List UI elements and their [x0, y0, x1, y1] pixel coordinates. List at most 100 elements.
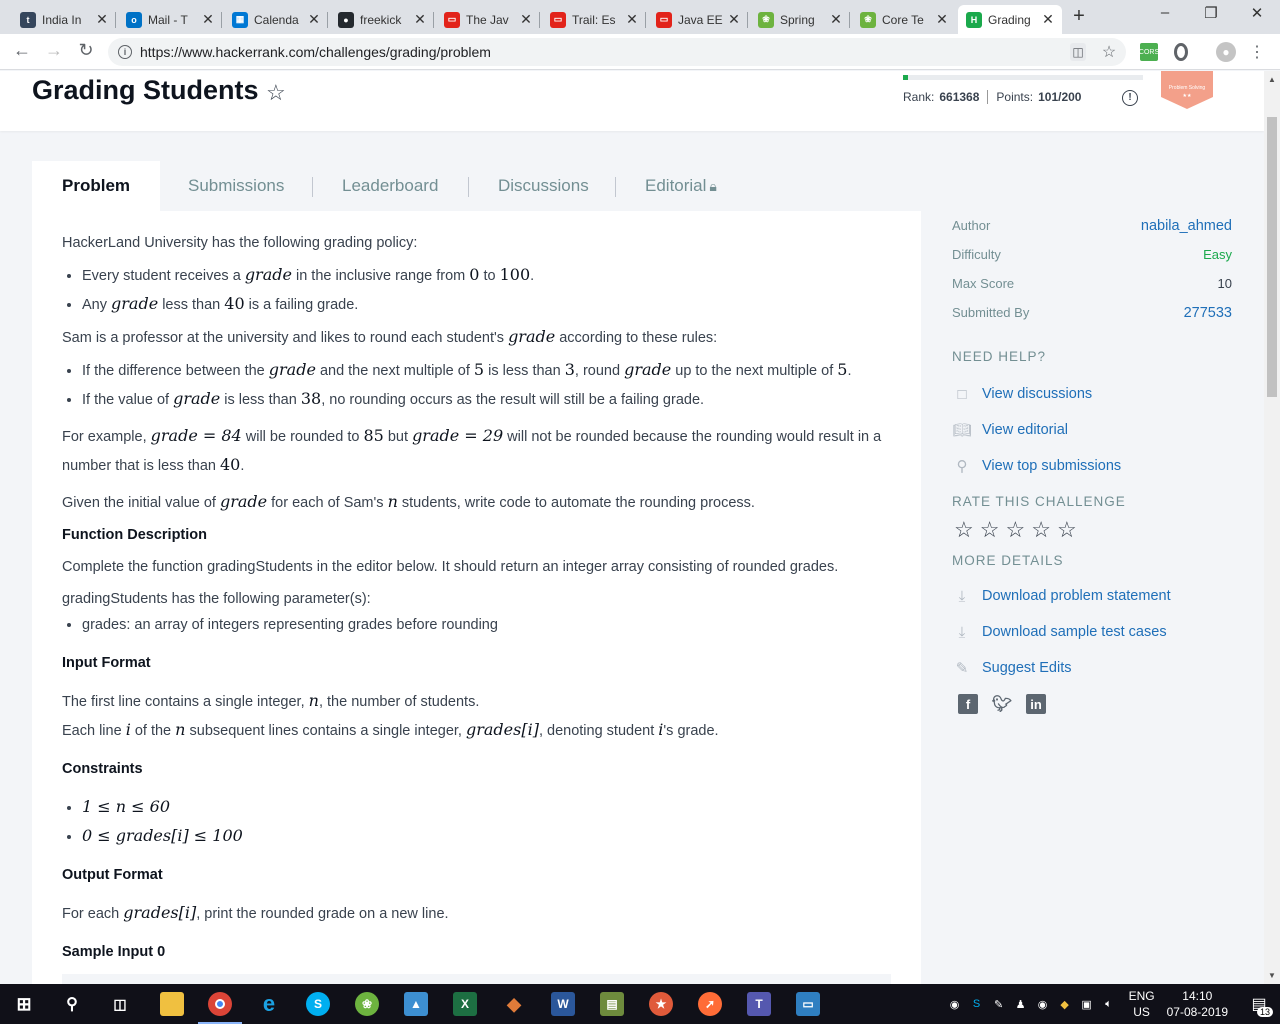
chart-app-icon[interactable]: ▤ [600, 992, 624, 1016]
close-tab-icon[interactable]: ✕ [1040, 11, 1056, 28]
close-tab-icon[interactable]: ✕ [828, 11, 844, 28]
browser-tab[interactable]: ▭ Java EE ✕ [648, 5, 748, 34]
site-info-icon[interactable]: i [118, 45, 132, 59]
close-tab-icon[interactable]: ✕ [624, 11, 640, 28]
close-tab-icon[interactable]: ✕ [200, 11, 216, 28]
submitted-by-value[interactable]: 277533 [1184, 305, 1232, 321]
clock[interactable]: 14:10 07-08-2019 [1167, 988, 1228, 1020]
star-4-icon[interactable]: ☆ [1031, 517, 1051, 543]
network-icon[interactable]: ▣ [1079, 996, 1095, 1012]
more-details-heading: MORE DETAILS [952, 553, 1064, 568]
view-discussions-link[interactable]: □ View discussions [952, 376, 1232, 412]
app-orange-icon[interactable]: ➚ [698, 992, 722, 1016]
star-1-icon[interactable]: ☆ [954, 517, 974, 543]
close-tab-icon[interactable]: ✕ [726, 11, 742, 28]
task-text: Given the initial value of grade for eac… [62, 492, 755, 511]
shield-icon[interactable]: ◫ [1070, 43, 1086, 61]
bookmark-star-icon[interactable]: ☆ [266, 80, 286, 106]
edge-icon[interactable]: e [257, 991, 281, 1016]
tray-pen-icon[interactable]: ✎ [991, 996, 1007, 1012]
input-language[interactable]: ENG US [1129, 988, 1155, 1020]
chrome-icon[interactable] [198, 992, 242, 1024]
close-tab-icon[interactable]: ✕ [94, 11, 110, 28]
browser-tab[interactable]: ▭ The Jav ✕ [436, 5, 540, 34]
profile-avatar[interactable]: ● [1216, 42, 1236, 62]
suggest-edits-link[interactable]: ✎ Suggest Edits [952, 650, 1232, 686]
tab-submissions[interactable]: Submissions [188, 161, 313, 211]
tab-problem[interactable]: Problem [32, 161, 161, 211]
download-statement-link[interactable]: ⤓ Download problem statement [952, 578, 1232, 614]
browser-tab[interactable]: ❀ Spring ✕ [750, 5, 850, 34]
browser-tab[interactable]: ❀ Core Te ✕ [852, 5, 956, 34]
author-link[interactable]: nabila_ahmed [1141, 218, 1232, 234]
tray-app-icon[interactable]: ◉ [947, 996, 963, 1012]
browser-tab[interactable]: ▦ Calenda ✕ [224, 5, 328, 34]
scroll-up-icon[interactable]: ▲ [1268, 75, 1276, 84]
page-title: Grading Students [32, 75, 259, 105]
rank-line: Rank: 661368 Points: 101/200 [903, 90, 1081, 104]
tray-skype-icon[interactable]: S [969, 996, 985, 1012]
forward-icon[interactable]: → [42, 40, 66, 61]
browser-tab[interactable]: ● freekick ✕ [330, 5, 434, 34]
star-3-icon[interactable]: ☆ [1005, 517, 1025, 543]
browser-tab[interactable]: t India In ✕ [12, 5, 116, 34]
close-tab-icon[interactable]: ✕ [306, 11, 322, 28]
menu-kebab-icon[interactable]: ⋮ [1249, 43, 1265, 61]
twitter-icon[interactable]: 🐦︎ [992, 694, 1012, 714]
scroll-down-icon[interactable]: ▼ [1268, 971, 1276, 980]
excel-icon[interactable]: X [453, 992, 477, 1016]
facebook-icon[interactable]: f [958, 694, 978, 714]
reload-icon[interactable]: ↻ [74, 40, 98, 61]
new-tab-button[interactable]: + [1068, 5, 1090, 28]
minimize-button[interactable]: – [1152, 4, 1178, 21]
app-icon[interactable]: ▲ [404, 992, 428, 1016]
cors-extension-icon[interactable]: CORS [1139, 43, 1159, 61]
tab-leaderboard[interactable]: Leaderboard [342, 161, 470, 211]
page-scrollbar[interactable]: ▲ ▼ [1264, 71, 1280, 984]
word-icon[interactable]: W [551, 992, 575, 1016]
linkedin-icon[interactable]: in [1026, 694, 1046, 714]
skype-icon[interactable]: S [306, 992, 330, 1016]
download-tests-link[interactable]: ⤓ Download sample test cases [952, 614, 1232, 650]
tab-editorial[interactable]: Editorial 🔒︎ [645, 161, 745, 211]
bookmark-star-icon[interactable]: ☆ [1100, 43, 1118, 61]
url-input[interactable]: i https://www.hackerrank.com/challenges/… [108, 38, 1126, 66]
teams-icon[interactable]: T [747, 992, 771, 1016]
close-tab-icon[interactable]: ✕ [934, 11, 950, 28]
close-window-button[interactable]: ✕ [1244, 4, 1270, 22]
list-item: Every student receives a grade in the in… [82, 265, 891, 286]
view-top-submissions-link[interactable]: ⚲ View top submissions [952, 448, 1232, 484]
max-score-row: Max Score 10 [952, 276, 1232, 291]
info-icon[interactable]: ! [1122, 90, 1138, 106]
tray-teams-icon[interactable]: ♟ [1013, 996, 1029, 1012]
problem-solving-badge[interactable]: Problem Solving ★★ [1161, 71, 1213, 109]
tab-discussions-label: Discussions [498, 176, 589, 195]
file-explorer-icon[interactable] [160, 992, 184, 1016]
input-line-1: The first line contains a single integer… [62, 691, 480, 710]
spring-icon: ❀ [860, 11, 876, 28]
restore-button[interactable]: ❐ [1198, 4, 1224, 22]
tray-shield-icon[interactable]: ◆ [1057, 996, 1073, 1012]
tray-globe-icon[interactable]: ◉ [1035, 996, 1051, 1012]
star-5-icon[interactable]: ☆ [1057, 517, 1077, 543]
git-icon[interactable]: ◆ [502, 992, 526, 1016]
tab-discussions[interactable]: Discussions [498, 161, 616, 211]
volume-icon[interactable]: 🔈︎ [1101, 996, 1117, 1012]
spring-tool-icon[interactable]: ❀ [355, 992, 379, 1016]
browser-tab[interactable]: ▭ Trail: Es ✕ [542, 5, 646, 34]
extension-icon[interactable] [1174, 43, 1188, 61]
browser-tab[interactable]: H Grading ✕ [958, 5, 1062, 34]
close-tab-icon[interactable]: ✕ [412, 11, 428, 28]
browser-tab[interactable]: o Mail - T ✕ [118, 5, 222, 34]
search-icon[interactable]: ⚲ [60, 992, 84, 1016]
back-icon[interactable]: ← [10, 40, 34, 61]
postman-icon[interactable]: ★ [649, 992, 673, 1016]
windows-start-icon[interactable]: ⊞ [12, 992, 36, 1016]
scrollbar-thumb[interactable] [1267, 117, 1277, 397]
view-editorial-link[interactable]: 📖︎ View editorial [952, 412, 1232, 448]
notification-center-icon[interactable]: ▤ 13 [1244, 989, 1274, 1019]
close-tab-icon[interactable]: ✕ [518, 11, 534, 28]
task-view-icon[interactable]: ◫ [108, 992, 132, 1016]
remote-desktop-icon[interactable]: ▭ [796, 992, 820, 1016]
star-2-icon[interactable]: ☆ [980, 517, 1000, 543]
